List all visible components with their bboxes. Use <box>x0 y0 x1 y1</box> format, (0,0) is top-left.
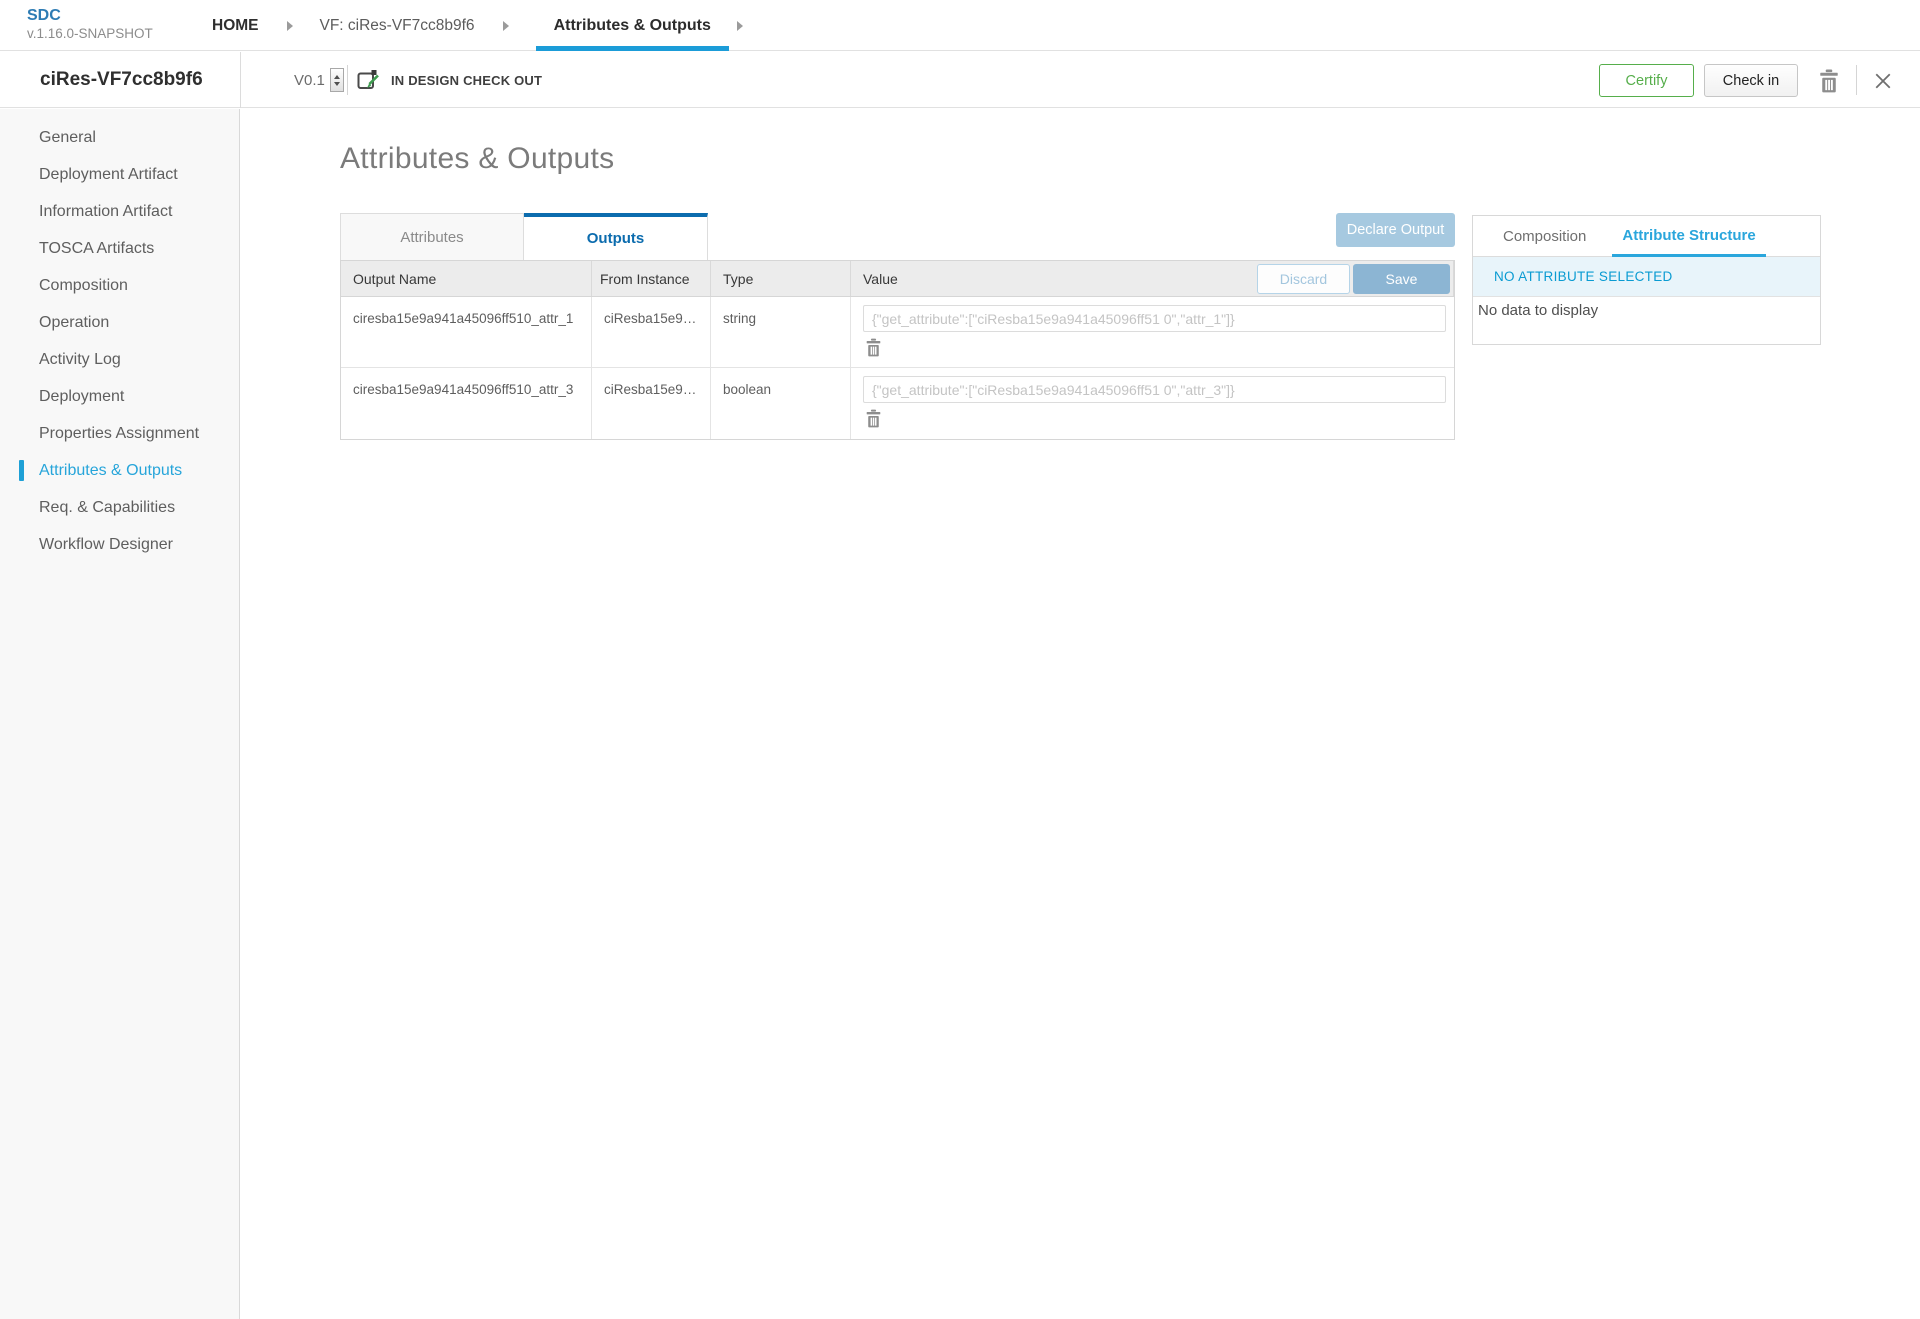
version-label: V0.1 <box>294 72 325 89</box>
checkin-button[interactable]: Check in <box>1704 64 1798 97</box>
page-title: Attributes & Outputs <box>340 142 614 176</box>
panel-tabs: Composition Attribute Structure <box>1473 216 1820 257</box>
breadcrumb-arrow-icon <box>287 21 293 31</box>
output-name-cell: ciresba15e9a941a45096ff510_attr_3 <box>341 368 592 439</box>
sidebar-item-label: Attributes & Outputs <box>39 462 182 479</box>
sidebar-item-composition[interactable]: Composition <box>0 267 239 304</box>
brand-name: SDC <box>27 6 153 26</box>
column-header-type: Type <box>711 261 851 296</box>
component-title: ciRes-VF7cc8b9f6 <box>40 52 203 108</box>
outputs-table-header: Output Name From Instance Type Value Dis… <box>341 261 1454 297</box>
lifecycle-state: IN DESIGN CHECK OUT <box>357 52 542 108</box>
main-content: Attributes & Outputs Attributes Outputs … <box>241 109 1920 1319</box>
panel-tab-gap <box>1596 216 1612 256</box>
sidebar-item-information-artifact[interactable]: Information Artifact <box>0 193 239 230</box>
breadcrumb: HOME VF: ciRes-VF7cc8b9f6 Attributes & O… <box>212 0 743 51</box>
top-nav-bar: SDC v.1.16.0-SNAPSHOT HOME VF: ciRes-VF7… <box>0 0 1920 51</box>
sidebar-item-deployment[interactable]: Deployment <box>0 378 239 415</box>
component-header: ciRes-VF7cc8b9f6 V0.1 IN DESIGN CHECK OU… <box>0 52 1920 108</box>
breadcrumb-vf[interactable]: VF: ciRes-VF7cc8b9f6 <box>320 17 475 35</box>
declare-output-button[interactable]: Declare Output <box>1336 213 1455 247</box>
breadcrumb-attributes-outputs-active[interactable]: Attributes & Outputs <box>536 0 729 51</box>
sidebar-item-operation[interactable]: Operation <box>0 304 239 341</box>
sidebar-item-deployment-artifact[interactable]: Deployment Artifact <box>0 156 239 193</box>
panel-tab-composition[interactable]: Composition <box>1493 216 1596 256</box>
header-divider <box>347 65 348 95</box>
close-button[interactable] <box>1872 71 1894 93</box>
value-cell <box>851 297 1454 367</box>
lifecycle-state-label: IN DESIGN CHECK OUT <box>391 73 542 88</box>
sidebar-item-tosca-artifacts[interactable]: TOSCA Artifacts <box>0 230 239 267</box>
sidebar-item-workflow-designer[interactable]: Workflow Designer <box>0 526 239 563</box>
sidebar-menu: General Deployment Artifact Information … <box>0 109 239 563</box>
attributes-outputs-tabs: Attributes Outputs Declare Output <box>340 213 1455 260</box>
no-attribute-selected-banner: NO ATTRIBUTE SELECTED <box>1473 257 1820 296</box>
spinner-up-icon[interactable] <box>334 75 340 79</box>
breadcrumb-arrow-icon <box>737 21 743 31</box>
brand-version: v.1.16.0-SNAPSHOT <box>27 26 153 43</box>
sidebar-item-properties-assignment[interactable]: Properties Assignment <box>0 415 239 452</box>
sidebar-item-general[interactable]: General <box>0 119 239 156</box>
close-icon <box>1874 72 1892 90</box>
output-value-input[interactable] <box>863 376 1446 403</box>
empty-state-text: No data to display <box>1473 296 1820 344</box>
trash-icon <box>865 338 882 357</box>
type-cell: string <box>711 297 851 367</box>
sidebar-item-req-capabilities[interactable]: Req. & Capabilities <box>0 489 239 526</box>
spinner-down-icon[interactable] <box>334 82 340 86</box>
breadcrumb-home[interactable]: HOME <box>212 17 259 35</box>
trash-icon <box>1818 69 1840 93</box>
output-name-cell: ciresba15e9a941a45096ff510_attr_1 <box>341 297 592 367</box>
left-sidebar: General Deployment Artifact Information … <box>0 109 240 1319</box>
tab-attributes[interactable]: Attributes <box>340 213 524 260</box>
breadcrumb-arrow-icon <box>503 21 509 31</box>
output-value-input[interactable] <box>863 305 1446 332</box>
certify-button[interactable]: Certify <box>1599 64 1694 97</box>
sidebar-item-activity-log[interactable]: Activity Log <box>0 341 239 378</box>
version-spinner[interactable] <box>330 68 344 92</box>
outputs-workspace: Attributes Outputs Declare Output Output… <box>340 213 1455 440</box>
sdc-logo: SDC v.1.16.0-SNAPSHOT <box>27 6 153 43</box>
delete-output-button[interactable] <box>863 338 883 358</box>
header-divider <box>240 52 241 108</box>
column-header-output-name: Output Name <box>341 261 592 296</box>
sidebar-item-attributes-outputs[interactable]: Attributes & Outputs <box>0 452 239 489</box>
value-cell <box>851 368 1454 439</box>
delete-output-button[interactable] <box>863 409 883 429</box>
table-row: ciresba15e9a941a45096ff510_attr_3 ciResb… <box>341 368 1454 439</box>
table-row: ciresba15e9a941a45096ff510_attr_1 ciResb… <box>341 297 1454 368</box>
version-selector[interactable]: V0.1 <box>294 52 344 108</box>
header-divider <box>1856 65 1857 95</box>
panel-tab-attribute-structure[interactable]: Attribute Structure <box>1612 216 1765 257</box>
save-button[interactable]: Save <box>1353 264 1450 294</box>
checkout-pencil-icon <box>357 69 381 91</box>
trash-icon <box>865 409 882 428</box>
from-instance-cell: ciResba15e9a... <box>592 368 711 439</box>
type-cell: boolean <box>711 368 851 439</box>
attribute-detail-panel: Composition Attribute Structure NO ATTRI… <box>1472 215 1821 345</box>
discard-button[interactable]: Discard <box>1257 264 1350 294</box>
column-header-from-instance: From Instance <box>592 261 711 296</box>
active-item-indicator <box>19 460 24 481</box>
outputs-table: Output Name From Instance Type Value Dis… <box>340 260 1455 440</box>
from-instance-cell: ciResba15e9a... <box>592 297 711 367</box>
delete-component-button[interactable] <box>1817 69 1841 93</box>
tab-outputs[interactable]: Outputs <box>524 213 708 260</box>
